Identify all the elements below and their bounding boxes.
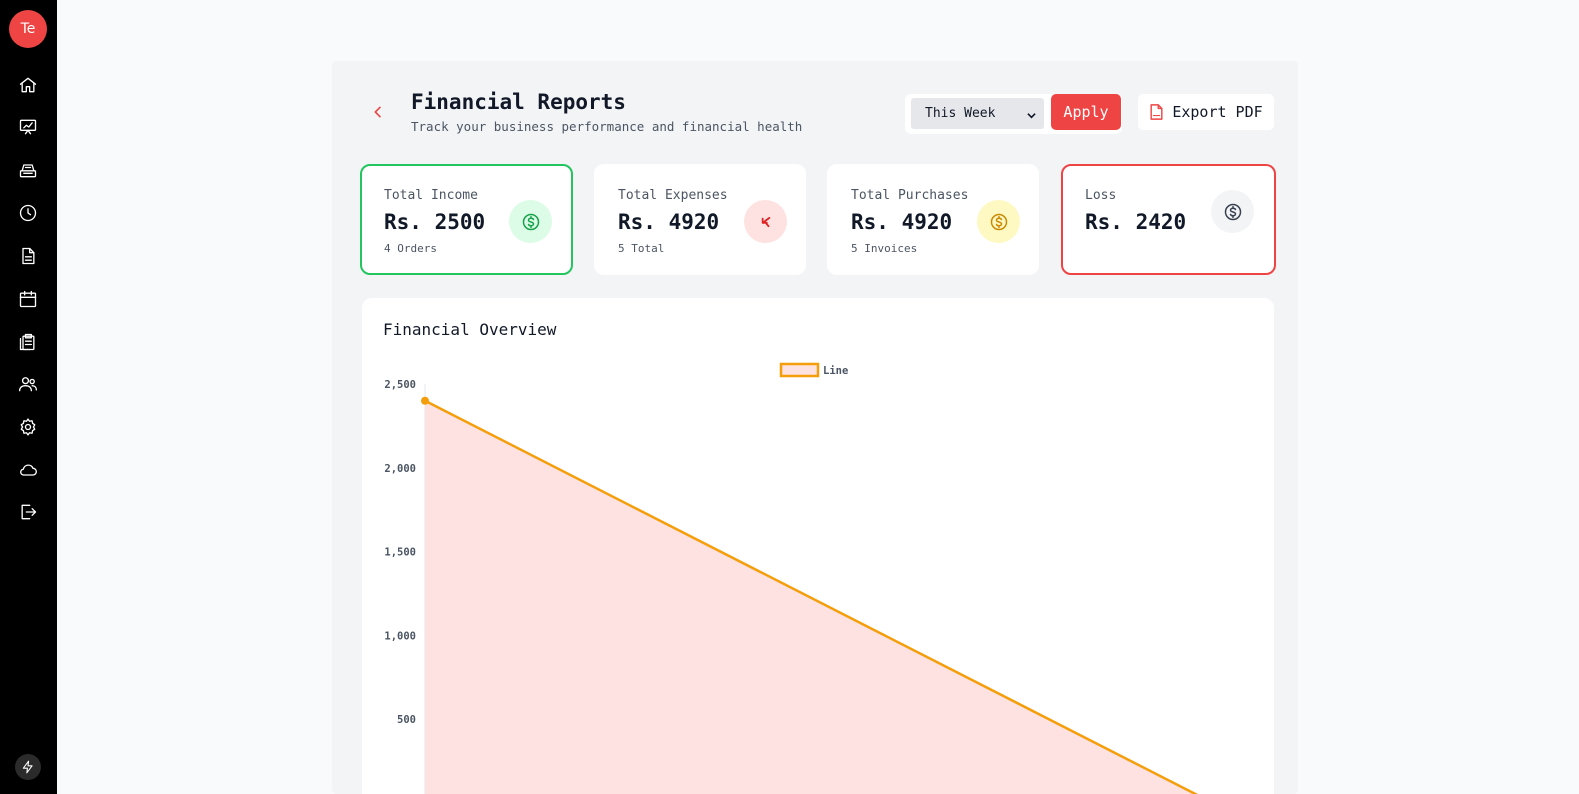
- export-pdf-label: Export PDF: [1172, 103, 1263, 121]
- document-icon[interactable]: [17, 245, 39, 267]
- y-tick-label: 1,000: [384, 630, 416, 642]
- avatar[interactable]: Te: [9, 10, 47, 48]
- legend-swatch: [779, 362, 820, 378]
- loss-value: Rs. 2420: [1085, 210, 1187, 234]
- dollar-circle-icon: [509, 200, 552, 243]
- sidebar: Te: [0, 0, 57, 794]
- income-card: Total Income Rs. 2500 4 Orders: [360, 164, 573, 275]
- pdf-file-icon: [1150, 104, 1163, 120]
- purchases-card: Total Purchases Rs. 4920 5 Invoices: [827, 164, 1039, 275]
- income-sub: 4 Orders: [384, 242, 437, 255]
- purchases-value: Rs. 4920: [851, 210, 953, 234]
- income-label: Total Income: [384, 188, 478, 203]
- bolt-icon[interactable]: [15, 754, 41, 780]
- export-pdf-button[interactable]: Export PDF: [1138, 94, 1274, 130]
- dollar-circle-icon: [1211, 190, 1254, 233]
- users-icon[interactable]: [17, 373, 39, 395]
- data-point: [421, 396, 429, 405]
- dollar-circle-icon: [977, 200, 1020, 243]
- clipboard-icon[interactable]: [17, 331, 39, 353]
- home-icon[interactable]: [17, 74, 39, 96]
- loss-card: Loss Rs. 2420: [1061, 164, 1276, 275]
- y-tick-label: 2,500: [384, 379, 416, 391]
- expense-arrow-icon: [744, 200, 787, 243]
- logout-icon[interactable]: [17, 501, 39, 523]
- gear-icon[interactable]: [17, 416, 39, 438]
- loss-label: Loss: [1085, 188, 1117, 203]
- back-button[interactable]: [367, 101, 389, 123]
- financial-overview-card: Financial Overview 2,500 2,000 1,500 1,000 5…: [362, 298, 1274, 794]
- cloud-icon[interactable]: [17, 459, 39, 481]
- financial-overview-chart: 2,500 2,000 1,500 1,000 500 Line: [384, 362, 1199, 794]
- purchases-label: Total Purchases: [851, 188, 969, 203]
- legend-label: Line: [823, 365, 848, 377]
- y-tick-label: 2,000: [384, 463, 416, 475]
- purchases-sub: 5 Invoices: [851, 242, 918, 255]
- calendar-icon[interactable]: [17, 288, 39, 310]
- period-select[interactable]: This Week: [911, 98, 1044, 129]
- chevron-down-icon: [1027, 109, 1036, 119]
- y-tick-label: 1,500: [384, 547, 416, 559]
- expenses-value: Rs. 4920: [618, 210, 720, 234]
- cash-register-icon[interactable]: [17, 159, 39, 181]
- chevron-left-icon: [374, 106, 381, 118]
- y-tick-label: 500: [397, 714, 416, 726]
- presentation-chart-icon[interactable]: [17, 116, 39, 138]
- clock-icon[interactable]: [17, 202, 39, 224]
- expenses-label: Total Expenses: [618, 188, 728, 203]
- page-subtitle: Track your business performance and fina…: [411, 119, 803, 134]
- income-value: Rs. 2500: [384, 210, 486, 234]
- expenses-card: Total Expenses Rs. 4920 5 Total: [594, 164, 806, 275]
- page-title: Financial Reports: [411, 90, 626, 114]
- apply-button[interactable]: Apply: [1051, 94, 1121, 130]
- period-select-value: This Week: [925, 106, 996, 121]
- expenses-sub: 5 Total: [618, 242, 665, 255]
